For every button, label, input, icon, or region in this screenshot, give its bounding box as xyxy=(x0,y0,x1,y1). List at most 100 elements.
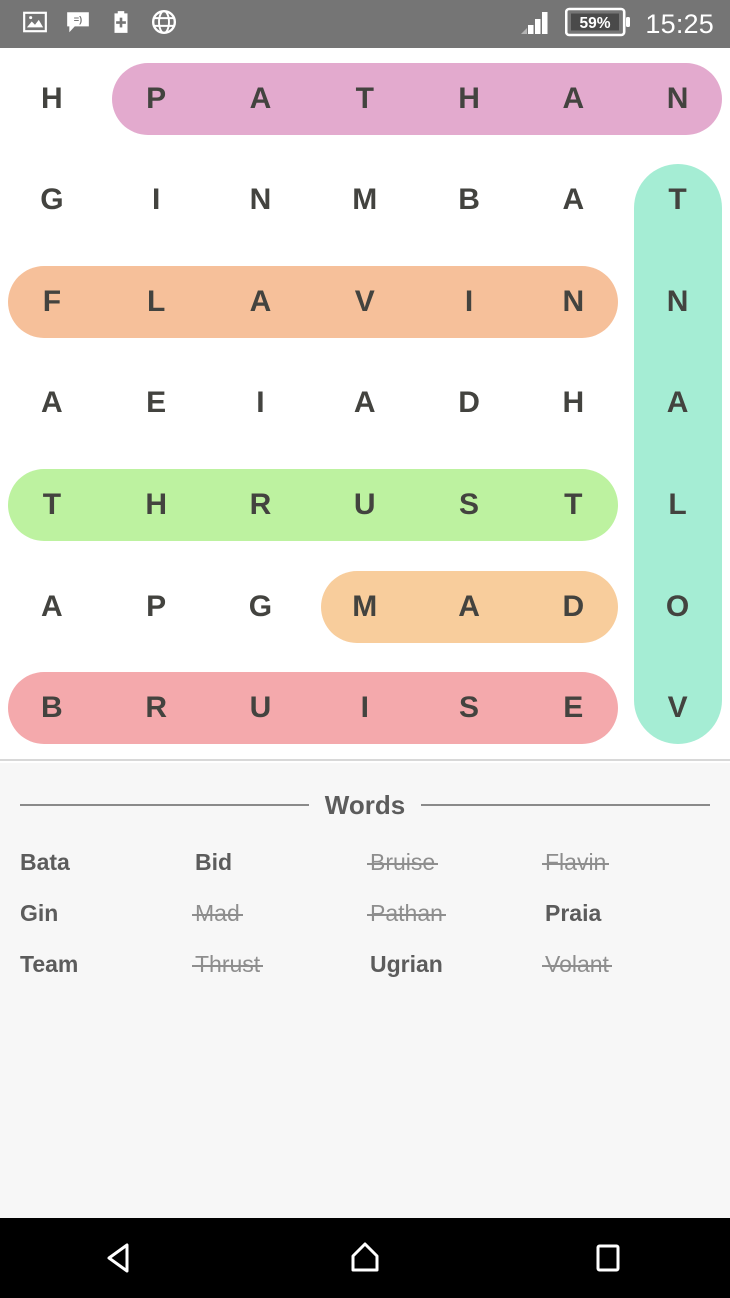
word-list: Bata Bid Bruise Flavin Gin Mad Pathan Praia Team… xyxy=(20,837,720,990)
grid-cell[interactable]: N xyxy=(521,251,625,353)
word-list-row: Gin Mad Pathan Praia xyxy=(20,888,720,939)
photo-icon xyxy=(22,9,48,40)
grid-cell[interactable]: H xyxy=(0,48,104,150)
grid-cell[interactable]: V xyxy=(626,657,730,759)
grid-cell[interactable]: D xyxy=(417,353,521,455)
grid-cell[interactable]: N xyxy=(626,48,730,150)
grid-cell[interactable]: A xyxy=(209,48,313,150)
grid-cell[interactable]: N xyxy=(626,251,730,353)
word-item-ugrian: Ugrian xyxy=(370,951,443,977)
word-list-row: Bata Bid Bruise Flavin xyxy=(20,837,720,888)
grid-cell[interactable]: T xyxy=(0,454,104,556)
divider-left xyxy=(20,804,309,806)
word-list-cell: Ugrian xyxy=(370,951,545,978)
grid-cell[interactable]: I xyxy=(209,353,313,455)
battery-level-text: 59% xyxy=(580,15,611,32)
grid-cell[interactable]: N xyxy=(209,150,313,252)
grid-cell[interactable]: A xyxy=(417,556,521,658)
svg-text:=): =) xyxy=(74,14,82,24)
grid-cell[interactable]: G xyxy=(209,556,313,658)
grid-cell[interactable]: T xyxy=(626,150,730,252)
divider-right xyxy=(421,804,711,806)
home-button[interactable] xyxy=(295,1218,435,1298)
status-bar-system-icons: 59% 15:25 xyxy=(519,6,730,43)
grid-cell[interactable]: H xyxy=(104,454,208,556)
word-item-flavin: Flavin xyxy=(541,849,610,875)
word-item-gin: Gin xyxy=(20,900,59,926)
grid-cell[interactable]: L xyxy=(104,251,208,353)
grid-cell[interactable]: T xyxy=(313,48,417,150)
word-item-pathan: Pathan xyxy=(367,900,446,926)
word-list-cell: Team xyxy=(20,951,195,978)
grid-cell[interactable]: H xyxy=(417,48,521,150)
grid-cell[interactable]: V xyxy=(313,251,417,353)
grid-cell[interactable]: A xyxy=(0,556,104,658)
grid-cell[interactable]: A xyxy=(626,353,730,455)
globe-icon xyxy=(151,9,177,40)
android-navigation-bar xyxy=(0,1218,730,1298)
word-item-thrust: Thrust xyxy=(191,951,264,977)
grid-cell[interactable]: O xyxy=(626,556,730,658)
word-search-grid[interactable]: HPATHANGINMBATFLAVINNAEIADHATHRUSTLAPGMA… xyxy=(0,48,730,761)
grid-cell[interactable]: L xyxy=(626,454,730,556)
words-title: Words xyxy=(324,789,406,820)
words-header: Words xyxy=(0,785,730,825)
message-icon: =) xyxy=(65,9,91,40)
word-item-volant: Volant xyxy=(542,951,612,977)
grid-cell[interactable]: S xyxy=(417,454,521,556)
word-item-mad: Mad xyxy=(192,900,243,926)
grid-cell[interactable]: P xyxy=(104,556,208,658)
status-bar: =) 59% 15:25 xyxy=(0,0,730,48)
word-list-cell: Flavin xyxy=(541,849,720,876)
word-list-cell: Volant xyxy=(542,951,720,978)
grid-cell[interactable]: I xyxy=(104,150,208,252)
grid-cell[interactable]: G xyxy=(0,150,104,252)
grid-cell[interactable]: T xyxy=(521,454,625,556)
grid-cell[interactable]: U xyxy=(313,454,417,556)
grid-cell[interactable]: D xyxy=(521,556,625,658)
word-list-cell: Gin xyxy=(20,900,195,927)
grid-cell[interactable]: E xyxy=(104,353,208,455)
word-list-cell: Bata xyxy=(20,849,195,876)
word-item-team: Team xyxy=(20,951,79,977)
grid-cell[interactable]: B xyxy=(0,657,104,759)
word-list-cell: Praia xyxy=(545,900,720,927)
word-list-row: Team Thrust Ugrian Volant xyxy=(20,939,720,990)
grid-cell[interactable]: F xyxy=(0,251,104,353)
word-list-cell: Mad xyxy=(192,900,370,927)
grid-cell[interactable]: R xyxy=(209,454,313,556)
word-item-bata: Bata xyxy=(20,849,70,875)
words-panel: Words Bata Bid Bruise Flavin Gin Mad Pathan Pra… xyxy=(0,763,730,1218)
word-list-cell: Bruise xyxy=(366,849,545,876)
grid-cell[interactable]: R xyxy=(104,657,208,759)
word-list-cell: Pathan xyxy=(367,900,545,927)
word-item-praia: Praia xyxy=(545,900,602,926)
grid-cell[interactable]: M xyxy=(313,150,417,252)
word-item-bruise: Bruise xyxy=(366,849,439,875)
grid-cell[interactable]: A xyxy=(313,353,417,455)
grid-cell[interactable]: H xyxy=(521,353,625,455)
grid-cell[interactable]: A xyxy=(209,251,313,353)
grid-cell[interactable]: B xyxy=(417,150,521,252)
word-item-bid: Bid xyxy=(195,849,233,875)
recents-button[interactable] xyxy=(538,1218,678,1298)
word-list-cell: Bid xyxy=(195,849,370,876)
grid-cell[interactable]: S xyxy=(417,657,521,759)
grid-cell[interactable]: M xyxy=(313,556,417,658)
grid-cell[interactable]: I xyxy=(417,251,521,353)
grid-cell[interactable]: A xyxy=(0,353,104,455)
letters-layer[interactable]: HPATHANGINMBATFLAVINNAEIADHATHRUSTLAPGMA… xyxy=(0,48,730,759)
battery-plus-icon xyxy=(108,9,134,40)
word-list-cell: Thrust xyxy=(191,951,370,978)
grid-cell[interactable]: A xyxy=(521,48,625,150)
grid-cell[interactable]: E xyxy=(521,657,625,759)
signal-bars-icon xyxy=(519,8,551,41)
back-button[interactable] xyxy=(52,1218,192,1298)
grid-cell[interactable]: U xyxy=(209,657,313,759)
screen: =) 59% 15:25 H P A T H A N G I N M B A T… xyxy=(0,0,730,1298)
battery-icon: 59% xyxy=(565,6,631,43)
grid-cell[interactable]: P xyxy=(104,48,208,150)
grid-cell[interactable]: A xyxy=(521,150,625,252)
status-bar-notification-icons: =) xyxy=(0,9,177,40)
grid-cell[interactable]: I xyxy=(313,657,417,759)
